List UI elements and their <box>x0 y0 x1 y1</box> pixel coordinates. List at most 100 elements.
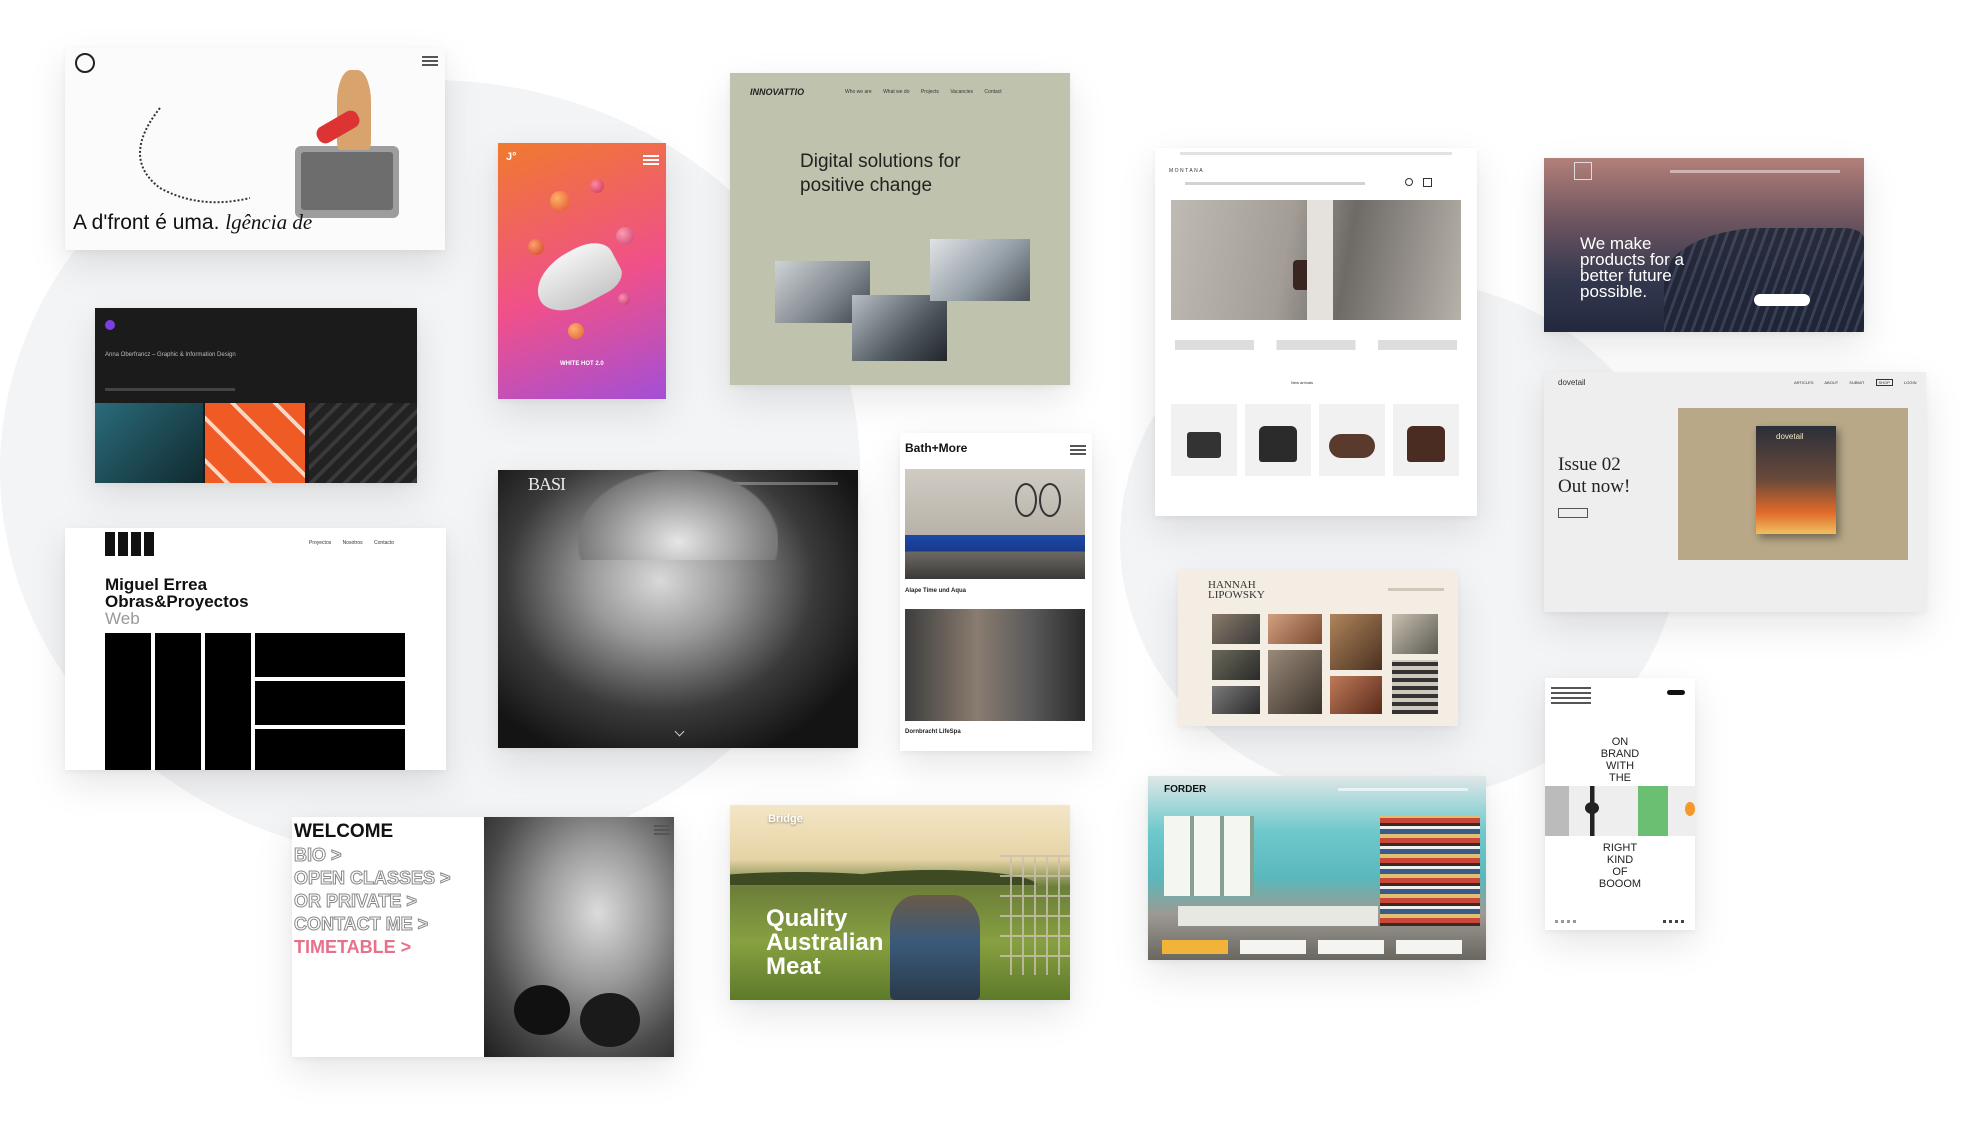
nav-item[interactable]: Contacto <box>374 540 394 546</box>
shop-button[interactable] <box>1558 508 1588 518</box>
bath-item-2[interactable]: Dornbracht LifeSpa <box>905 729 961 735</box>
nav-item[interactable]: Vacancies <box>950 89 973 95</box>
nav-item[interactable]: What we do <box>883 89 909 95</box>
card-welcome[interactable]: WELCOME BIO > OPEN CLASSES > OR PRIVATE … <box>292 817 674 1057</box>
miguel-title-2: Obras&Proyectos <box>105 592 249 611</box>
cart-icon[interactable] <box>1423 178 1432 187</box>
bridge-logo: Bridge <box>768 813 803 825</box>
nav-item[interactable]: LOGIN <box>1904 380 1916 385</box>
portfolio-title: Anna Oberfrancz – Graphic & Information … <box>105 352 236 358</box>
card-montana[interactable]: MONTANA New arrivals <box>1155 148 1477 516</box>
office-photo <box>930 239 1030 301</box>
project-block[interactable] <box>255 681 405 725</box>
project-label[interactable] <box>1240 940 1306 954</box>
arrow-down-icon[interactable] <box>674 726 685 737</box>
miguel-title-3: Web <box>105 609 140 628</box>
nav-item[interactable]: Who we are <box>845 89 872 95</box>
card-basi[interactable]: BASI <box>498 470 858 748</box>
booom-lines-a: ON BRAND WITH THE <box>1545 736 1695 784</box>
card-innovattio[interactable]: INNOVATTIO Who we are What we do Project… <box>730 73 1070 385</box>
card-sneaker[interactable]: J° WHITE HOT 2.0 <box>498 143 666 399</box>
product-tile[interactable] <box>1171 404 1237 476</box>
menu-icon[interactable] <box>643 155 659 165</box>
innovattio-headline-2: positive change <box>800 175 933 196</box>
logo-mark-icon <box>1574 162 1592 180</box>
booom-line: KIND <box>1606 854 1634 866</box>
project-thumb[interactable] <box>309 403 417 483</box>
product-tile[interactable] <box>1245 404 1311 476</box>
gallery-photo[interactable] <box>1268 614 1322 644</box>
nav-item[interactable]: Proyectos <box>309 540 331 546</box>
card-bath-more[interactable]: Bath+More Alape Time und Aqua Dornbracht… <box>900 433 1092 751</box>
montana-logo[interactable]: MONTANA <box>1169 168 1204 174</box>
project-thumb[interactable] <box>205 403 305 483</box>
project-label[interactable] <box>1162 940 1228 954</box>
gallery-photo[interactable] <box>1212 650 1260 680</box>
gallery-photo[interactable] <box>1392 614 1438 654</box>
booom-lines-b: RIGHT KIND OF BOOOM <box>1545 842 1695 890</box>
card-dark-portfolio[interactable]: Anna Oberfrancz – Graphic & Information … <box>95 308 417 483</box>
nav-item[interactable]: Projects <box>921 89 939 95</box>
welcome-item[interactable]: BIO > <box>294 845 343 866</box>
card-miguel-errea[interactable]: Proyectos Nosotros Contacto Miguel Errea… <box>65 528 446 770</box>
card-dfront[interactable]: A d'front é uma. lgência de <box>65 48 445 250</box>
search-icon[interactable] <box>1405 178 1413 186</box>
project-block[interactable] <box>255 633 405 677</box>
announcement-bar <box>1180 152 1452 155</box>
welcome-item[interactable]: CONTACT ME > <box>293 914 428 935</box>
card-sustainability[interactable]: We make products for a better future pos… <box>1544 158 1864 332</box>
curved-text-icon <box>139 107 251 204</box>
welcome-item[interactable]: OPEN CLASSES > <box>294 868 452 889</box>
gallery-photo[interactable] <box>1268 650 1322 714</box>
mirror-shape <box>1015 483 1037 517</box>
book-strip-photo <box>1545 786 1695 836</box>
sphere <box>528 239 544 255</box>
office-photo <box>852 295 947 361</box>
bath-logo: Bath+More <box>905 441 968 455</box>
magazine-title: dovetail <box>1776 432 1804 441</box>
welcome-timetable[interactable]: TIMETABLE > <box>294 937 411 958</box>
project-label[interactable] <box>1396 940 1462 954</box>
nav-item[interactable]: Nosotros <box>343 540 363 546</box>
menu-icon[interactable] <box>422 56 438 66</box>
project-block[interactable] <box>105 633 151 770</box>
welcome-item[interactable]: OR PRIVATE > <box>294 891 418 912</box>
product-tile[interactable] <box>1319 404 1385 476</box>
card-forder[interactable]: FORDER <box>1148 776 1486 960</box>
dovetail-logo: dovetail <box>1558 378 1586 387</box>
bath-item-1[interactable]: Alape Time und Aqua <box>905 588 966 594</box>
sphere <box>616 227 634 245</box>
nav-item[interactable]: ARTICLES <box>1794 380 1814 385</box>
menu-icon[interactable] <box>654 825 670 835</box>
gallery-photo[interactable] <box>1212 614 1260 644</box>
cta-button[interactable] <box>1754 294 1810 306</box>
boxer-photo <box>484 817 674 1057</box>
project-block[interactable] <box>255 729 405 770</box>
sphere <box>568 323 584 339</box>
gallery-photo[interactable] <box>1212 686 1260 714</box>
card-booom[interactable]: ON BRAND WITH THE RIGHT KIND OF BOOOM <box>1545 678 1695 930</box>
gallery-photo[interactable] <box>1392 660 1438 714</box>
gallery-photo[interactable] <box>1330 676 1382 714</box>
gallery-photo[interactable] <box>1330 614 1382 670</box>
project-block[interactable] <box>155 633 201 770</box>
booom-line: THE <box>1609 772 1631 784</box>
project-thumb[interactable] <box>95 403 203 483</box>
nav-item[interactable]: SHOP <box>1875 379 1893 386</box>
nav-item[interactable]: ABOUT <box>1824 380 1838 385</box>
hannah-name-2: LIPOWSKY <box>1208 589 1265 601</box>
card-bridge[interactable]: Bridge Quality Australian Meat <box>730 805 1070 1000</box>
dovetail-issue: Issue 02 <box>1558 454 1621 475</box>
booom-line: BOOOM <box>1598 878 1642 890</box>
magazine-cover[interactable]: dovetail <box>1756 426 1836 534</box>
nav-item[interactable]: Contact <box>984 89 1001 95</box>
card-hannah-lipowsky[interactable]: HANNAH LIPOWSKY <box>1178 570 1458 726</box>
product-tile[interactable] <box>1393 404 1459 476</box>
nav-item[interactable]: SUBMIT <box>1849 380 1864 385</box>
spa-photo <box>905 609 1085 721</box>
project-block[interactable] <box>205 633 251 770</box>
menu-icon[interactable] <box>1070 445 1086 455</box>
project-label[interactable] <box>1318 940 1384 954</box>
filter-row <box>105 388 235 391</box>
card-dovetail[interactable]: dovetail ARTICLES ABOUT SUBMIT SHOP LOGI… <box>1544 372 1926 612</box>
